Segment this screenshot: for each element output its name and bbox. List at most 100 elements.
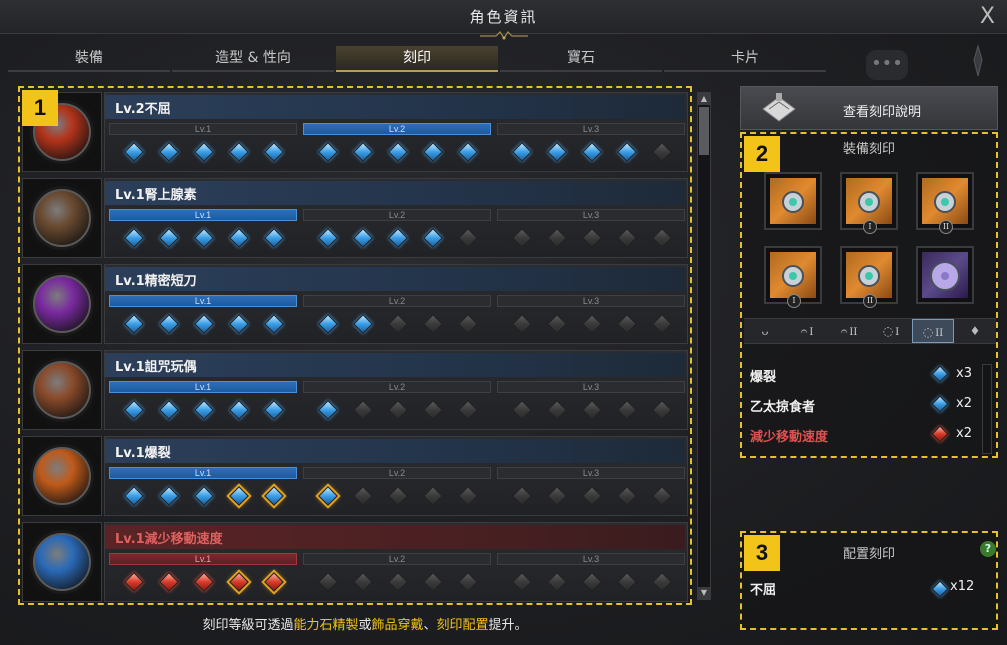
corner-ornament-icon xyxy=(973,44,983,77)
help-icon[interactable]: ? xyxy=(980,541,996,557)
engraving-emblem-icon xyxy=(33,189,91,247)
engraving-node-gem-icon xyxy=(318,142,338,162)
earring-filter-icon[interactable]: 𝄐 I xyxy=(786,319,828,343)
engraving-node-gem-icon xyxy=(388,572,408,592)
slot-index-badge: II xyxy=(939,220,953,234)
level-gems xyxy=(497,227,685,251)
necklace-filter-icon[interactable]: ᴗ xyxy=(744,319,786,343)
engraving-node-gem-icon xyxy=(458,314,478,334)
engraving-level-group: Lv.3 xyxy=(497,553,687,599)
tab-gems[interactable]: 寶石 xyxy=(500,46,662,72)
accessory-slot[interactable]: II xyxy=(916,172,974,234)
accessory-slot[interactable]: I xyxy=(840,172,898,234)
engraving-node-gem-icon xyxy=(617,142,637,162)
config-gem-icon xyxy=(931,580,949,598)
engraving-node-gem-icon xyxy=(388,486,408,506)
engraving-name: Lv.1腎上腺素 xyxy=(115,188,197,203)
engraving-node-gem-icon xyxy=(582,400,602,420)
equipped-engravings-panel: 2 裝備刻印 ᴗ 𝄐 I 𝄐 II ◌ I ◌ II ♦ 爆裂 x3 乙太掠食者 x2 減少移動速度 x2 … xyxy=(740,132,998,458)
engraving-name: Lv.1詛咒玩偶 xyxy=(115,360,197,375)
chat-icon[interactable]: ••• xyxy=(866,50,908,80)
filter-glyph: ᴗ xyxy=(761,324,769,338)
tab-engraving[interactable]: 刻印 xyxy=(336,46,498,72)
engraving-node-gem-icon xyxy=(318,400,338,420)
engraving-name: Lv.2不屈 xyxy=(115,102,171,117)
slot-index-badge: I xyxy=(863,220,877,234)
engraving-node-gem-icon xyxy=(423,572,443,592)
engraving-node-gem-icon xyxy=(582,314,602,334)
engraving-row[interactable]: Lv.1精密短刀 Lv.1 Lv.2 Lv.3 xyxy=(22,262,688,346)
filter-glyph: 𝄐 xyxy=(800,324,808,338)
effect-count: x2 xyxy=(956,426,972,441)
engraving-name: Lv.1精密短刀 xyxy=(115,274,197,289)
engraving-node-gem-icon xyxy=(264,572,284,592)
engraving-node-gem-icon xyxy=(512,314,532,334)
engraving-node-gem-icon xyxy=(458,142,478,162)
engraving-level-group: Lv.1 xyxy=(109,295,299,341)
annotation-badge-2: 2 xyxy=(744,136,780,172)
engraving-body: Lv.1精密短刀 Lv.1 Lv.2 Lv.3 xyxy=(104,264,688,344)
scroll-down-icon[interactable]: ▼ xyxy=(698,587,710,599)
engraving-list-scrollbar[interactable]: ▲ ▼ xyxy=(697,92,711,600)
engraving-node-gem-icon xyxy=(617,486,637,506)
engraving-node-gem-icon xyxy=(458,572,478,592)
engraving-node-gem-icon xyxy=(318,314,338,334)
engraving-row[interactable]: Lv.1腎上腺素 Lv.1 Lv.2 Lv.3 xyxy=(22,176,688,260)
engraving-name-bar: Lv.1詛咒玩偶 xyxy=(105,353,685,377)
engraving-row[interactable]: Lv.2不屈 Lv.1 Lv.2 Lv.3 xyxy=(22,90,688,174)
stone-filter-icon[interactable]: ♦ xyxy=(954,319,996,343)
necklace-icon xyxy=(770,178,816,224)
ring-filter-icon[interactable]: ◌ II xyxy=(912,319,954,343)
engraving-icon-frame xyxy=(22,178,102,258)
engraving-icon-frame xyxy=(22,264,102,344)
level-bar: Lv.1 xyxy=(109,295,297,307)
engraving-emblem-icon xyxy=(33,447,91,505)
accessory-slot[interactable]: I xyxy=(764,246,822,308)
level-bar: Lv.3 xyxy=(497,467,685,479)
view-engraving-description-label: 查看刻印說明 xyxy=(843,105,922,120)
accessory-slot[interactable]: II xyxy=(840,246,898,308)
engraving-node-gem-icon xyxy=(229,228,249,248)
slot-index-badge: I xyxy=(787,294,801,308)
ring-filter-icon[interactable]: ◌ I xyxy=(870,319,912,343)
scroll-up-icon[interactable]: ▲ xyxy=(698,93,710,105)
level-gems xyxy=(303,485,491,509)
engraving-row[interactable]: Lv.1減少移動速度 Lv.1 Lv.2 Lv.3 xyxy=(22,520,688,603)
effect-list-scrollbar[interactable] xyxy=(982,364,992,454)
engraving-node-gem-icon xyxy=(652,486,672,506)
accessory-slot[interactable] xyxy=(764,172,822,230)
engraving-node-gem-icon xyxy=(423,314,443,334)
engraving-node-gem-icon xyxy=(194,314,214,334)
engraving-node-gem-icon xyxy=(423,142,443,162)
engraving-row[interactable]: Lv.1詛咒玩偶 Lv.1 Lv.2 Lv.3 xyxy=(22,348,688,432)
engraving-icon-frame xyxy=(22,350,102,430)
level-gems xyxy=(497,399,685,423)
level-bar: Lv.1 xyxy=(109,467,297,479)
engraving-node-gem-icon xyxy=(388,142,408,162)
effect-gem-icon xyxy=(931,365,949,383)
annotation-badge-3: 3 xyxy=(744,535,780,571)
level-bar: Lv.1 xyxy=(109,209,297,221)
engraving-node-gem-icon xyxy=(652,400,672,420)
title-bar: 角色資訊 X xyxy=(0,0,1007,40)
filter-glyph: ♦ xyxy=(969,324,981,338)
filter-glyph: ◌ xyxy=(922,325,934,339)
scroll-thumb[interactable] xyxy=(699,107,709,155)
close-icon[interactable]: X xyxy=(980,4,995,29)
engraving-name: Lv.1爆裂 xyxy=(115,446,171,461)
effect-count: x2 xyxy=(956,396,972,411)
engraving-node-gem-icon xyxy=(547,142,567,162)
engraving-node-gem-icon xyxy=(318,486,338,506)
effect-name: 乙太掠食者 xyxy=(750,400,816,415)
engraving-node-gem-icon xyxy=(582,486,602,506)
engraving-row[interactable]: Lv.1爆裂 Lv.1 Lv.2 Lv.3 xyxy=(22,434,688,518)
level-bar: Lv.2 xyxy=(303,295,491,307)
accessory-slot[interactable] xyxy=(916,246,974,304)
engraving-node-gem-icon xyxy=(353,400,373,420)
view-engraving-description-button[interactable]: 查看刻印說明 xyxy=(740,86,998,130)
tab-equipment[interactable]: 裝備 xyxy=(8,46,170,72)
tab-appearance-tendency[interactable]: 造型 & 性向 xyxy=(172,46,334,72)
engraving-node-gem-icon xyxy=(264,314,284,334)
tab-cards[interactable]: 卡片 xyxy=(664,46,826,72)
earring-filter-icon[interactable]: 𝄐 II xyxy=(828,319,870,343)
